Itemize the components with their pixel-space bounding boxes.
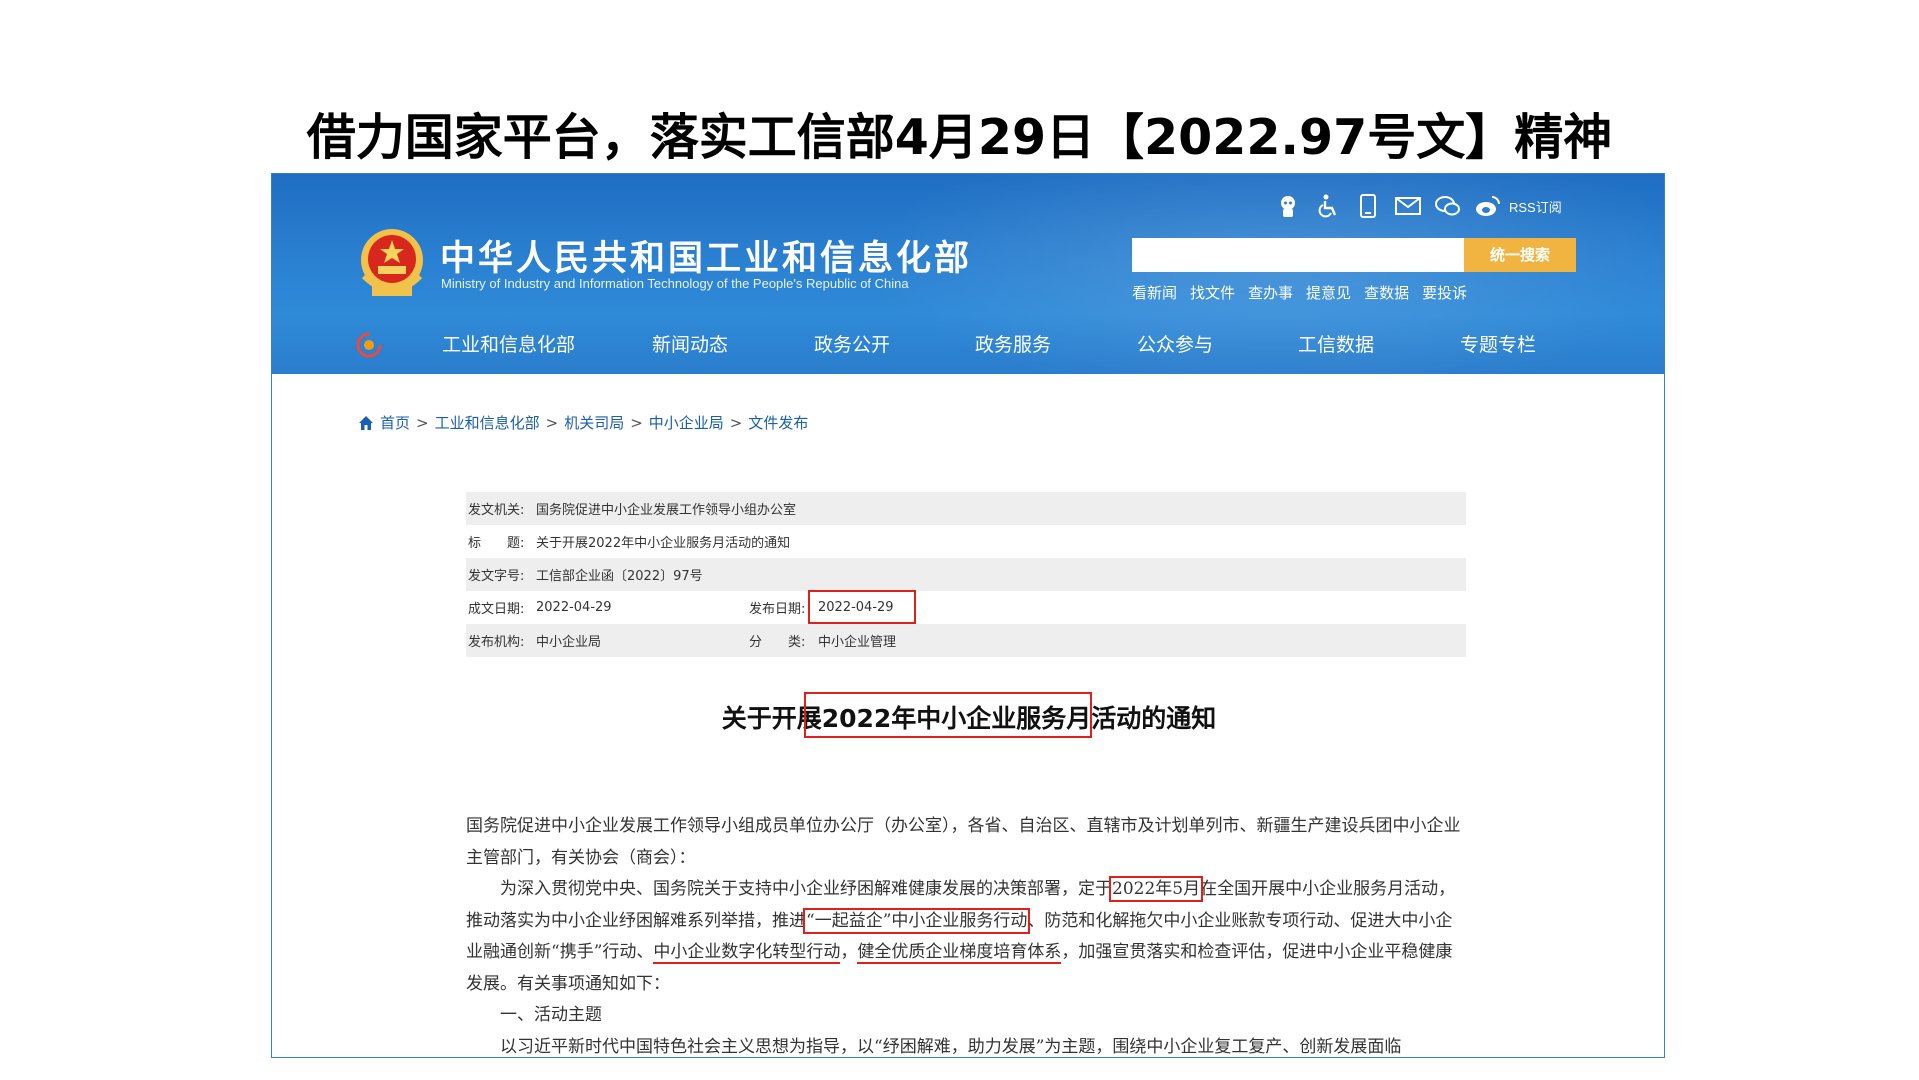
text-segment: 为深入贯彻党中央、国务院关于支持中小企业纾困解难健康发展的决策部署，定于	[500, 879, 1112, 899]
nav-news[interactable]: 新闻动态	[652, 330, 728, 357]
paragraph-intro: 为深入贯彻党中央、国务院关于支持中小企业纾困解难健康发展的决策部署，定于2022…	[466, 874, 1468, 1000]
breadcrumb-separator: >	[630, 413, 643, 432]
underline-resume: 中小企业复工复产	[1146, 1036, 1283, 1057]
search-button[interactable]: 统一搜索	[1464, 238, 1576, 272]
utility-bar: RSS订阅	[1275, 192, 1562, 220]
weibo-icon[interactable]	[1475, 193, 1501, 219]
quick-link-feedback[interactable]: 提意见	[1306, 282, 1351, 303]
site-name[interactable]: 中华人民共和国工业和信息化部	[440, 230, 972, 281]
accessibility-icon[interactable]	[1315, 193, 1341, 219]
text-segment: 以习近平新时代中国特色社会主义思想为指导，以	[500, 1036, 874, 1057]
breadcrumb-separator: >	[729, 413, 743, 432]
meta-title-value: 关于开展2022年中小企业服务月活动的通知	[536, 536, 791, 551]
meta-title-label: 标 题:	[468, 536, 525, 551]
text-segment: ，	[840, 942, 858, 962]
main-nav: 工业和信息化部 新闻动态 政务公开 政务服务 公众参与 工信数据 专题专栏	[272, 322, 1664, 374]
meta-row-title: 标 题: 关于开展2022年中小企业服务月活动的通知	[466, 525, 1466, 558]
site-logo-icon[interactable]	[356, 332, 382, 358]
slide-title: 借力国家平台，落实工信部4月29日【2022.97号文】精神	[306, 109, 1613, 166]
meta-number-label: 发文字号:	[468, 569, 525, 584]
text-segment: 面临	[1367, 1036, 1402, 1057]
website-screenshot: 中华人民共和国工业和信息化部 Ministry of Industry and …	[271, 173, 1665, 1058]
meta-number-value: 工信部企业函〔2022〕97号	[536, 569, 703, 584]
highlight-box	[808, 590, 916, 624]
meta-issuer-label: 发文机关:	[468, 503, 525, 518]
breadcrumb-sme-bureau[interactable]: 中小企业局	[649, 412, 724, 433]
nav-gov-service[interactable]: 政务服务	[975, 330, 1051, 357]
underline-theme: “纾困解难，助力发展”	[874, 1036, 1045, 1057]
meta-row-dates: 成文日期: 2022-04-29 发布日期: 2022-04-29	[466, 590, 1466, 624]
nav-data[interactable]: 工信数据	[1298, 330, 1374, 357]
mobile-icon[interactable]	[1355, 193, 1381, 219]
nav-miit[interactable]: 工业和信息化部	[442, 330, 575, 357]
site-header: 中华人民共和国工业和信息化部 Ministry of Industry and …	[272, 174, 1664, 374]
breadcrumb-separator: >	[545, 413, 559, 432]
quick-link-news[interactable]: 看新闻	[1132, 282, 1177, 303]
section-heading: 一、活动主题	[500, 1005, 602, 1025]
meta-published-label: 发布日期:	[749, 602, 806, 617]
mail-icon[interactable]	[1395, 193, 1421, 219]
meta-row-org: 发布机构: 中小企业局 分 类: 中小企业管理	[466, 624, 1466, 657]
quick-link-services[interactable]: 查办事	[1248, 282, 1293, 303]
quick-link-complaint[interactable]: 要投诉	[1422, 282, 1467, 303]
quick-link-files[interactable]: 找文件	[1190, 282, 1235, 303]
nav-public[interactable]: 公众参与	[1137, 330, 1213, 357]
paragraph-theme: 以习近平新时代中国特色社会主义思想为指导，以“纾困解难，助力发展”为主题，围绕中…	[466, 1032, 1468, 1057]
nav-topics[interactable]: 专题专栏	[1460, 330, 1536, 357]
document-meta-table: 发文机关: 国务院促进中小企业发展工作领导小组办公室 标 题: 关于开展2022…	[466, 492, 1466, 657]
underline-cultivation: 健全优质企业梯度培育体系	[857, 942, 1062, 964]
underline-digital: 中小企业数字化转型行动	[653, 942, 841, 964]
breadcrumb: 首页 > 工业和信息化部 > 机关司局 > 中小企业局 > 文件发布	[358, 412, 808, 433]
nav-gov-open[interactable]: 政务公开	[814, 330, 890, 357]
meta-issuer-value: 国务院促进中小企业发展工作领导小组办公室	[536, 503, 797, 518]
wechat-icon[interactable]	[1435, 193, 1461, 219]
highlight-date: 2022年5月	[1108, 876, 1204, 902]
breadcrumb-documents[interactable]: 文件发布	[748, 412, 808, 433]
meta-row-issuer: 发文机关: 国务院促进中小企业发展工作领导小组办公室	[466, 492, 1466, 525]
search-input[interactable]	[1132, 238, 1464, 272]
highlight-box	[804, 692, 1092, 738]
breadcrumb-separator: >	[416, 413, 429, 432]
meta-row-number: 发文字号: 工信部企业函〔2022〕97号	[466, 558, 1466, 591]
breadcrumb-departments[interactable]: 机关司局	[564, 412, 624, 433]
site-name-english: Ministry of Industry and Information Tec…	[441, 276, 909, 291]
breadcrumb-home[interactable]: 首页	[380, 412, 410, 433]
meta-org-label: 发布机构:	[468, 635, 525, 650]
meta-created-value: 2022-04-29	[536, 600, 612, 615]
robot-icon[interactable]	[1275, 193, 1301, 219]
highlight-action: “一起益企”中小企业服务行动	[802, 907, 1031, 934]
meta-category-value: 中小企业管理	[818, 635, 897, 650]
underline-innovation: 创新发展	[1299, 1036, 1368, 1057]
rss-link[interactable]: RSS订阅	[1509, 197, 1562, 216]
breadcrumb-miit[interactable]: 工业和信息化部	[435, 412, 540, 433]
national-emblem-icon	[361, 229, 423, 296]
document-body: 国务院促进中小企业发展工作领导小组成员单位办公厅（办公室），各省、自治区、直辖市…	[466, 811, 1468, 1057]
home-icon[interactable]	[358, 415, 374, 431]
quick-links: 看新闻 找文件 查办事 提意见 查数据 要投诉	[1132, 282, 1467, 303]
text-segment: 为主题，围绕	[1044, 1036, 1147, 1057]
paragraph-salutation: 国务院促进中小企业发展工作领导小组成员单位办公厅（办公室），各省、自治区、直辖市…	[466, 816, 1461, 868]
text-segment: 、	[1282, 1036, 1300, 1057]
meta-created-label: 成文日期:	[468, 602, 525, 617]
meta-category-label: 分 类:	[749, 635, 806, 650]
quick-link-data[interactable]: 查数据	[1364, 282, 1409, 303]
meta-org-value: 中小企业局	[536, 635, 602, 650]
